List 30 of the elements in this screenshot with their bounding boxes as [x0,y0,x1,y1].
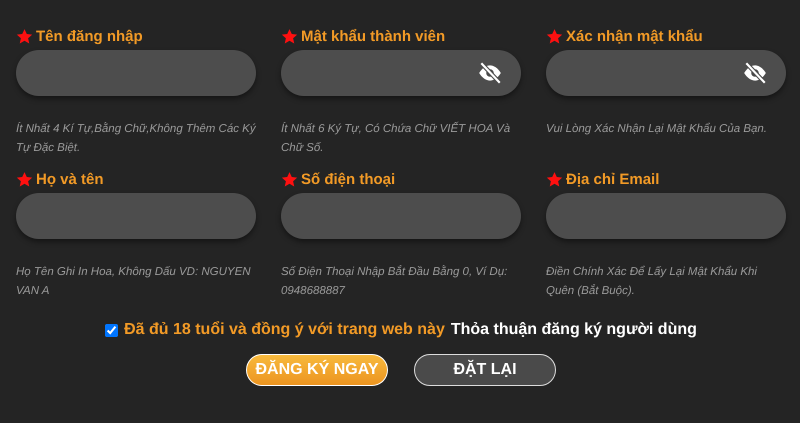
input-field[interactable] [16,50,256,96]
field-hint: Số Điện Thoại Nhập Bắt Đầu Bằng 0, Ví Dụ: 0948688887 [281,264,508,298]
required-star-icon [546,170,563,188]
input-field[interactable] [546,50,786,96]
input-field[interactable] [546,193,786,239]
required-star-icon [281,170,298,188]
field-label: Mật khẩu thành viên [301,28,446,44]
input-field[interactable] [281,50,521,96]
input-field[interactable] [281,193,521,239]
field-label: Địa chỉ Email [566,170,660,188]
field-label: Xác nhận mật khẩu [566,28,703,44]
terms-link[interactable]: Thỏa thuận đăng ký người dùng [450,321,697,339]
agree-checkbox[interactable] [105,324,118,336]
field-hint: Ít Nhất 4 Kí Tự,Bằng Chữ,Không Thêm Các Ký Tự Đặc Biệt. [16,121,256,156]
field-hint: Điền Chính Xác Để Lấy Lại Mật Khẩu Khi Quên (Bắt Buộc). [546,264,758,298]
agreement-text: Đã đủ 18 tuổi và đồng ý với trang web này [124,321,445,339]
reset-button[interactable]: ĐẶT LẠI [414,354,556,386]
eye-slash-icon[interactable] [477,60,503,86]
required-star-icon [281,28,298,44]
input-field[interactable] [16,193,256,239]
field-label: Số điện thoại [301,170,396,188]
field-label: Họ và tên [36,170,104,188]
eye-slash-icon[interactable] [742,60,768,86]
required-star-icon [16,170,33,188]
field-hint: Ít Nhất 6 Ký Tự, Có Chứa Chữ VIẾT HOA Và Chữ Số. [281,120,512,156]
field-hint: Họ Tên Ghi In Hoa, Không Dấu VD: NGUYEN VAN A [16,265,252,298]
required-star-icon [546,28,563,44]
required-star-icon [16,28,33,44]
field-hint: Vui Lòng Xác Nhận Lại Mật Khẩu Của Bạn. [546,122,768,137]
field-label: Tên đăng nhập [36,28,143,44]
